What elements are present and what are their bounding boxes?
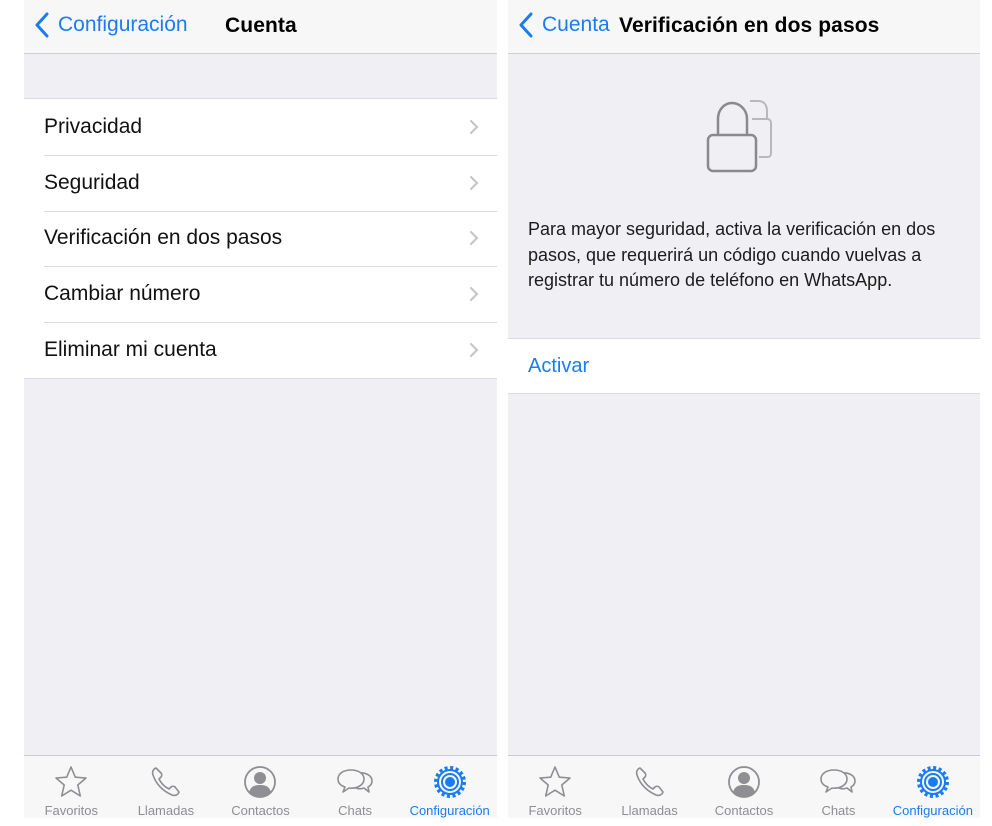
tab-contacts[interactable]: Contactos [213,756,308,818]
phone-icon [151,767,180,797]
list-item-change-number[interactable]: Cambiar número [24,266,497,322]
list-item-label: Eliminar mi cuenta [44,338,217,362]
tab-label: Favoritos [44,803,99,818]
list-item-privacy[interactable]: Privacidad [24,99,497,155]
contact-icon [728,766,760,798]
back-button[interactable]: Cuenta [518,12,610,38]
tab-calls[interactable]: Llamadas [602,756,696,818]
chevron-right-icon [470,175,479,190]
back-label: Configuración [58,13,188,36]
chevron-right-icon [470,343,479,358]
chevron-left-icon [35,12,49,38]
phone-icon [635,767,664,797]
tab-contacts[interactable]: Contactos [697,756,791,818]
account-screen: Configuración Cuenta Privacidad Segurida… [24,0,497,818]
star-icon [539,766,572,797]
tab-settings[interactable]: Configuración [402,756,497,818]
back-label: Cuenta [542,13,610,36]
list-item-delete-account[interactable]: Eliminar mi cuenta [24,322,497,378]
list-item-label: Privacidad [44,114,143,138]
tab-label: Llamadas [621,803,678,818]
tab-bar: Favoritos Llamadas Contactos Chats Confi… [508,755,980,818]
tab-label: Contactos [231,803,290,818]
chat-bubbles-icon [337,769,373,793]
chevron-right-icon [470,119,479,134]
tab-chats[interactable]: Chats [791,756,885,818]
tab-label: Llamadas [137,803,195,818]
lock-icon [706,100,772,173]
activate-button[interactable]: Activar [508,338,980,394]
navigation-bar: Configuración Cuenta [24,0,497,54]
list-item-label: Cambiar número [44,282,201,306]
star-icon [55,766,88,797]
tab-favorites[interactable]: Favoritos [24,756,119,818]
tab-label: Configuración [892,803,973,818]
chevron-right-icon [470,231,479,246]
list-item-security[interactable]: Seguridad [24,154,497,211]
navigation-bar: Cuenta Verificación en dos pasos [508,0,980,54]
two-step-verification-screen: Cuenta Verificación en dos pasos Para ma… [508,0,980,818]
tab-label: Chats [338,803,373,818]
activate-label: Activar [528,354,590,377]
chevron-right-icon [470,287,479,302]
chevron-left-icon [519,12,533,38]
tab-label: Favoritos [528,803,582,818]
back-button[interactable]: Configuración [34,12,188,38]
tab-calls[interactable]: Llamadas [119,756,214,818]
tab-settings[interactable]: Configuración [886,756,980,818]
list-item-two-step-verification[interactable]: Verificación en dos pasos [24,210,497,267]
gear-icon [433,766,466,798]
contact-icon [244,766,277,798]
tab-favorites[interactable]: Favoritos [508,756,602,818]
tab-label: Contactos [714,803,774,818]
gear-icon [916,766,949,798]
description-text: Para mayor seguridad, activa la verifica… [528,219,936,290]
tab-label: Configuración [409,803,490,818]
list-item-label: Seguridad [44,170,140,194]
page-title: Verificación en dos pasos [619,14,880,37]
tab-chats[interactable]: Chats [308,756,403,818]
account-options-list: Privacidad Seguridad Verificación en dos… [24,98,497,379]
list-item-label: Verificación en dos pasos [44,226,283,250]
page-title: Cuenta [225,14,297,37]
tab-bar: Favoritos Llamadas Contactos Chats Confi… [24,755,497,818]
chat-bubbles-icon [820,769,857,793]
tab-label: Chats [821,803,856,818]
